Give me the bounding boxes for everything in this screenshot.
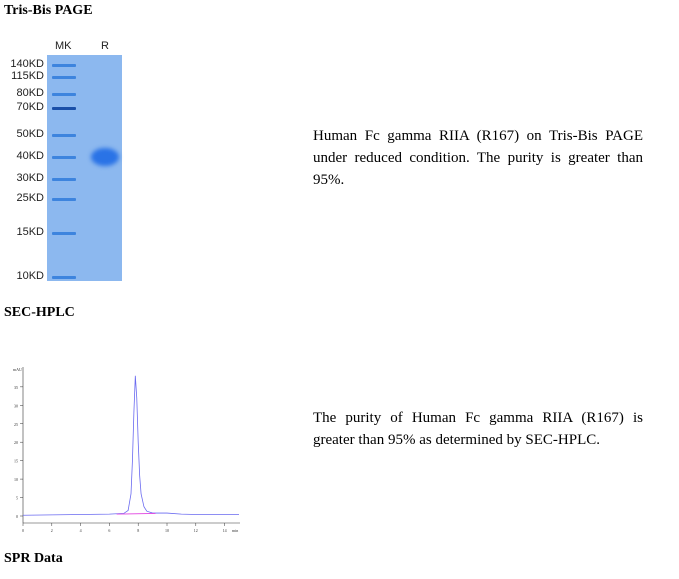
marker-label: 15KD	[16, 226, 44, 238]
marker-band	[52, 276, 76, 279]
marker-label: 115KD	[11, 70, 44, 82]
x-tick-label: 2	[51, 528, 53, 532]
y-tick-label: 15	[14, 459, 18, 464]
marker-band	[52, 178, 76, 181]
sec-description: The purity of Human Fc gamma RIIA (R167)…	[313, 410, 643, 448]
marker-label: 30KD	[16, 172, 44, 184]
x-tick-label: 14	[223, 528, 227, 532]
marker-label: 10KD	[16, 270, 44, 282]
marker-label: 25KD	[16, 192, 44, 204]
y-tick-label: 25	[14, 422, 18, 427]
x-axis-label: min	[232, 528, 238, 532]
x-tick-label: 10	[165, 528, 169, 532]
marker-label: 40KD	[16, 150, 44, 162]
marker-label: 70KD	[16, 101, 44, 113]
marker-band	[52, 64, 76, 67]
marker-band	[52, 76, 76, 79]
gel-image	[47, 55, 122, 281]
y-tick-label: 20	[14, 440, 18, 445]
sample-band	[91, 148, 119, 166]
marker-label: 50KD	[16, 128, 44, 140]
marker-band	[52, 107, 76, 110]
series-line-0	[22, 375, 239, 516]
y-tick-label: 10	[14, 477, 18, 482]
section-title-page: Tris-Bis PAGE	[4, 3, 93, 18]
marker-label: 140KD	[10, 58, 44, 70]
y-tick-label: 0	[16, 514, 18, 519]
section-title-spr: SPR Data	[4, 551, 63, 566]
lane-label-r: R	[101, 40, 109, 52]
marker-band	[52, 93, 76, 96]
x-tick-label: 6	[108, 528, 110, 532]
y-tick-label: 35	[14, 385, 18, 390]
section-title-sec: SEC-HPLC	[4, 305, 75, 320]
marker-band	[52, 232, 76, 235]
x-tick-label: 4	[80, 528, 82, 532]
y-axis-label: mAU	[13, 367, 22, 372]
y-tick-label: 30	[14, 403, 18, 408]
marker-band	[52, 198, 76, 201]
page-description: Human Fc gamma RIIA (R167) on Tris-Bis P…	[313, 128, 643, 188]
x-tick-label: 8	[137, 528, 139, 532]
marker-band	[52, 134, 76, 137]
marker-band	[52, 156, 76, 159]
marker-label: 80KD	[16, 87, 44, 99]
x-tick-label: 0	[22, 528, 24, 532]
sec-hplc-chart: 0 5 10 15 20 25 30 35 0 2 4 6 8 10 12 14 mAU min	[13, 367, 240, 532]
lane-label-mk: MK	[55, 40, 72, 52]
x-tick-label: 12	[194, 528, 198, 532]
y-tick-label: 5	[16, 496, 18, 501]
